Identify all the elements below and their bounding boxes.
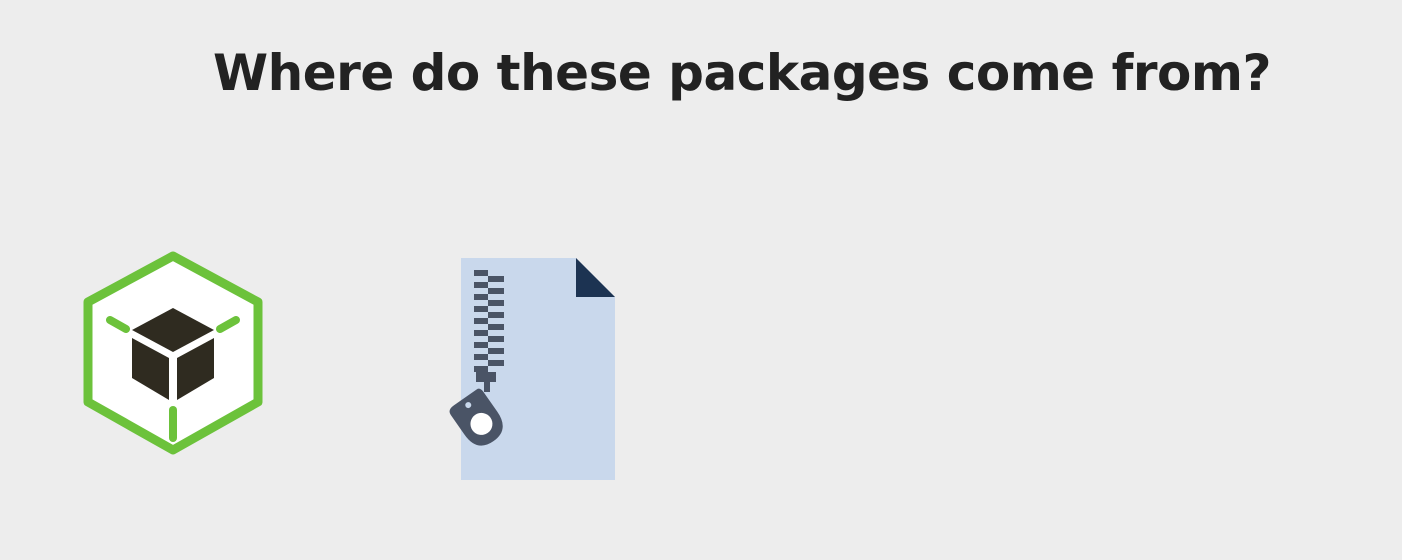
slide-title: Where do these packages come from?	[213, 44, 1271, 102]
slide: Where do these packages come from?	[0, 0, 1402, 560]
package-icon-container	[78, 250, 268, 460]
zip-file-icon	[449, 258, 615, 480]
zip-file-icon-container	[436, 254, 620, 484]
nuget-package-icon	[83, 251, 263, 455]
